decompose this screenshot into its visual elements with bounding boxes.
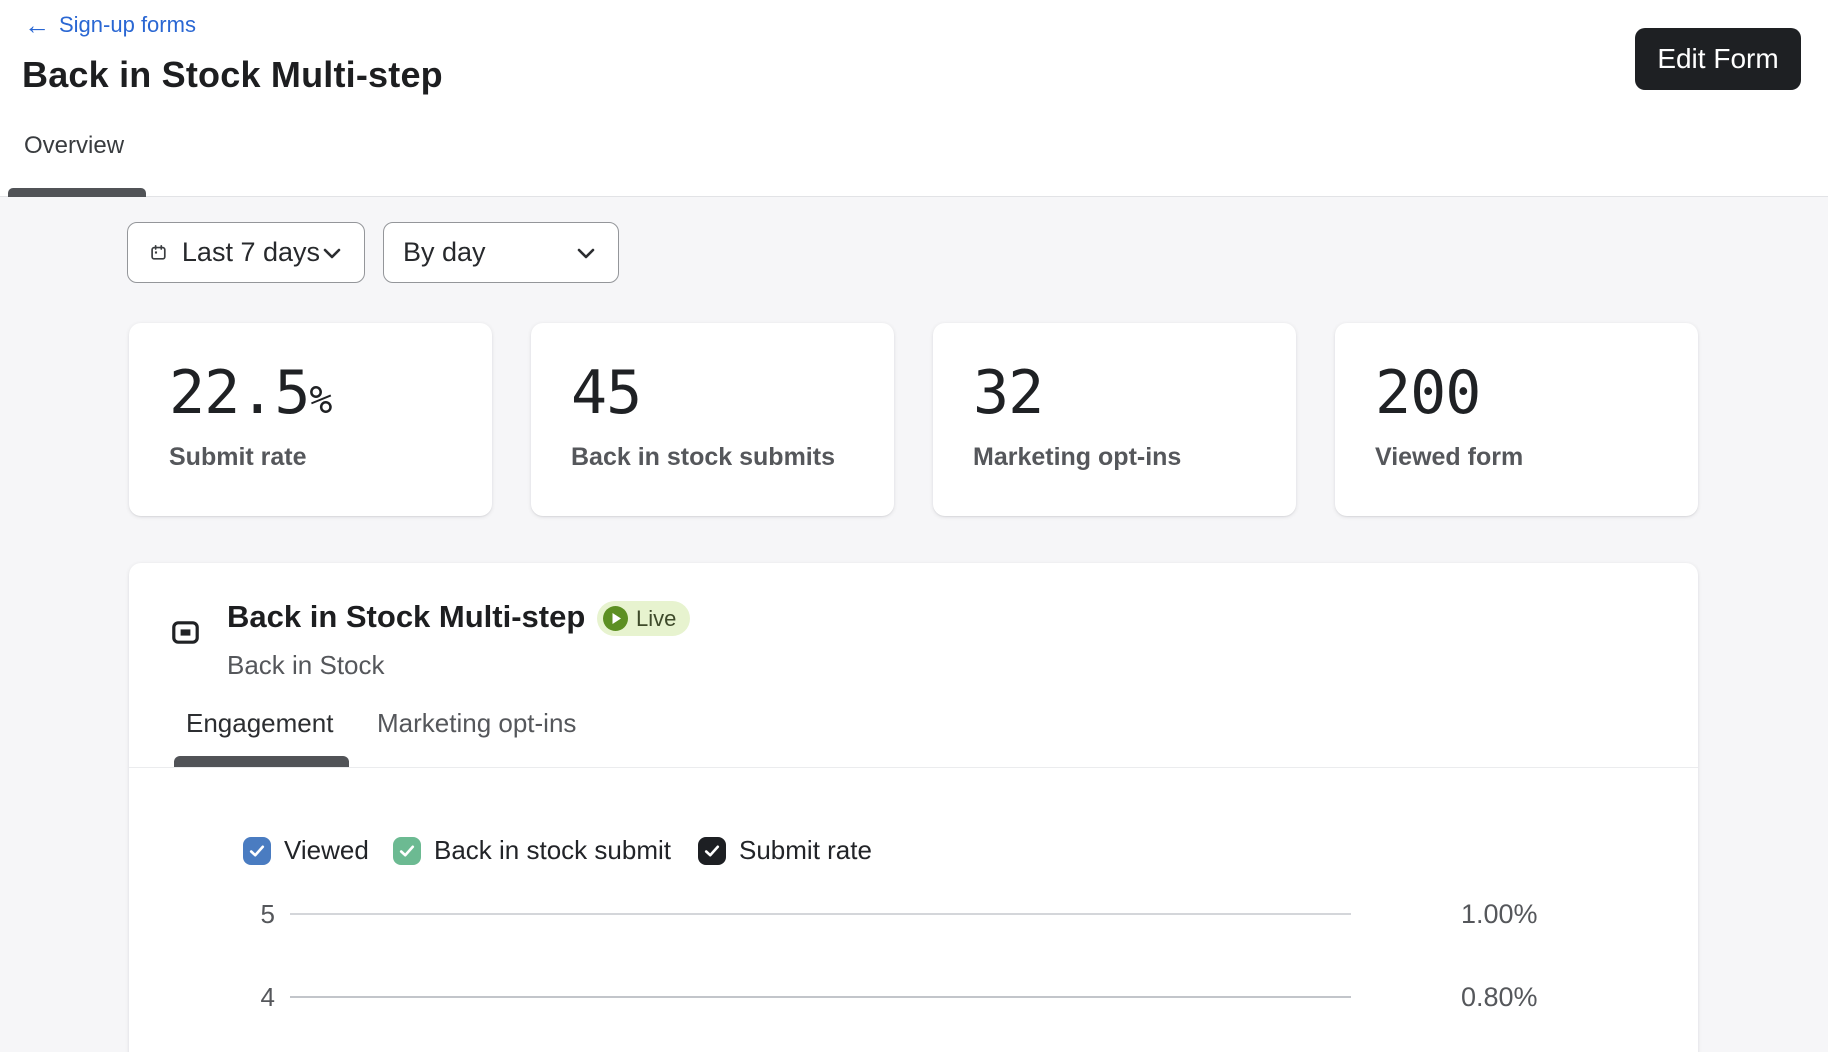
metric-value: 22.5% [169, 363, 333, 423]
legend-toggle-submit-rate[interactable]: Submit rate [698, 835, 872, 866]
form-card-subtitle: Back in Stock [227, 650, 385, 680]
y-axis-left-tick: 4 [260, 982, 275, 1012]
metric-value: 200 [1375, 363, 1481, 423]
checkbox-viewed[interactable] [243, 836, 271, 865]
y-axis-right-tick: 1.00% [1461, 899, 1538, 929]
form-card-title: Back in Stock Multi-step [227, 599, 586, 634]
chevron-down-icon [577, 248, 595, 258]
metric-value: 32 [973, 363, 1044, 423]
checkbox-submit-rate[interactable] [698, 836, 726, 865]
granularity-value: By day [403, 237, 486, 267]
metric-value: 45 [571, 363, 642, 423]
legend-toggle-back-in-stock-submit[interactable]: Back in stock submit [393, 835, 671, 866]
tabs-divider [129, 767, 1698, 768]
metric-card-back-in-stock-submits: 45 Back in stock submits [531, 323, 894, 516]
date-range-dropdown[interactable]: Last 7 days [127, 222, 365, 283]
tab-engagement-active-indicator [174, 756, 349, 767]
back-link-label: Sign-up forms [59, 12, 196, 37]
metric-card-marketing-opt-ins: 32 Marketing opt-ins [933, 323, 1296, 516]
metric-label: Submit rate [169, 443, 307, 471]
metric-number: 32 [973, 358, 1044, 428]
metric-card-viewed-form: 200 Viewed form [1335, 323, 1698, 516]
legend-toggle-viewed[interactable]: Viewed [243, 835, 369, 866]
metric-card-submit-rate: 22.5% Submit rate [129, 323, 492, 516]
check-icon [399, 845, 415, 856]
chevron-down-icon [323, 248, 341, 258]
checkbox-back-in-stock-submit[interactable] [393, 836, 421, 865]
granularity-dropdown[interactable]: By day [383, 222, 619, 283]
metric-number: 22.5 [169, 358, 310, 428]
gridline [290, 996, 1351, 998]
legend-label: Viewed [284, 835, 369, 865]
page-title: Back in Stock Multi-step [22, 54, 443, 95]
form-overview-card: Back in Stock Multi-step Live Back in St… [129, 563, 1698, 1052]
metric-label: Marketing opt-ins [973, 443, 1182, 471]
metric-suffix: % [309, 378, 333, 422]
y-axis-right-tick: 0.80% [1461, 982, 1538, 1012]
check-icon [704, 845, 720, 856]
live-status-badge: Live [597, 601, 691, 636]
tab-overview-active-indicator [8, 188, 146, 197]
metric-number: 200 [1375, 358, 1481, 428]
check-icon [249, 845, 265, 856]
date-range-value: Last 7 days [181, 237, 320, 267]
page-header: ← Sign-up forms Back in Stock Multi-step… [0, 0, 1828, 197]
page: ← Sign-up forms Back in Stock Multi-step… [0, 0, 1828, 1052]
back-link-signup-forms[interactable]: ← Sign-up forms [24, 12, 196, 38]
back-arrow-icon: ← [24, 10, 50, 40]
legend-label: Submit rate [739, 835, 872, 865]
tab-engagement[interactable]: Engagement [186, 708, 333, 739]
edit-form-button[interactable]: Edit Form [1635, 28, 1801, 90]
gridline [290, 913, 1351, 915]
metric-label: Back in stock submits [571, 443, 835, 471]
legend-label: Back in stock submit [434, 835, 671, 865]
live-play-icon [603, 606, 628, 631]
metric-label: Viewed form [1375, 443, 1524, 471]
metric-number: 45 [571, 358, 642, 428]
form-icon [172, 621, 199, 644]
tab-overview[interactable]: Overview [24, 132, 124, 160]
calendar-icon [151, 244, 166, 260]
y-axis-left-tick: 5 [260, 899, 275, 929]
live-badge-label: Live [636, 605, 677, 631]
tab-marketing-opt-ins[interactable]: Marketing opt-ins [377, 708, 576, 739]
